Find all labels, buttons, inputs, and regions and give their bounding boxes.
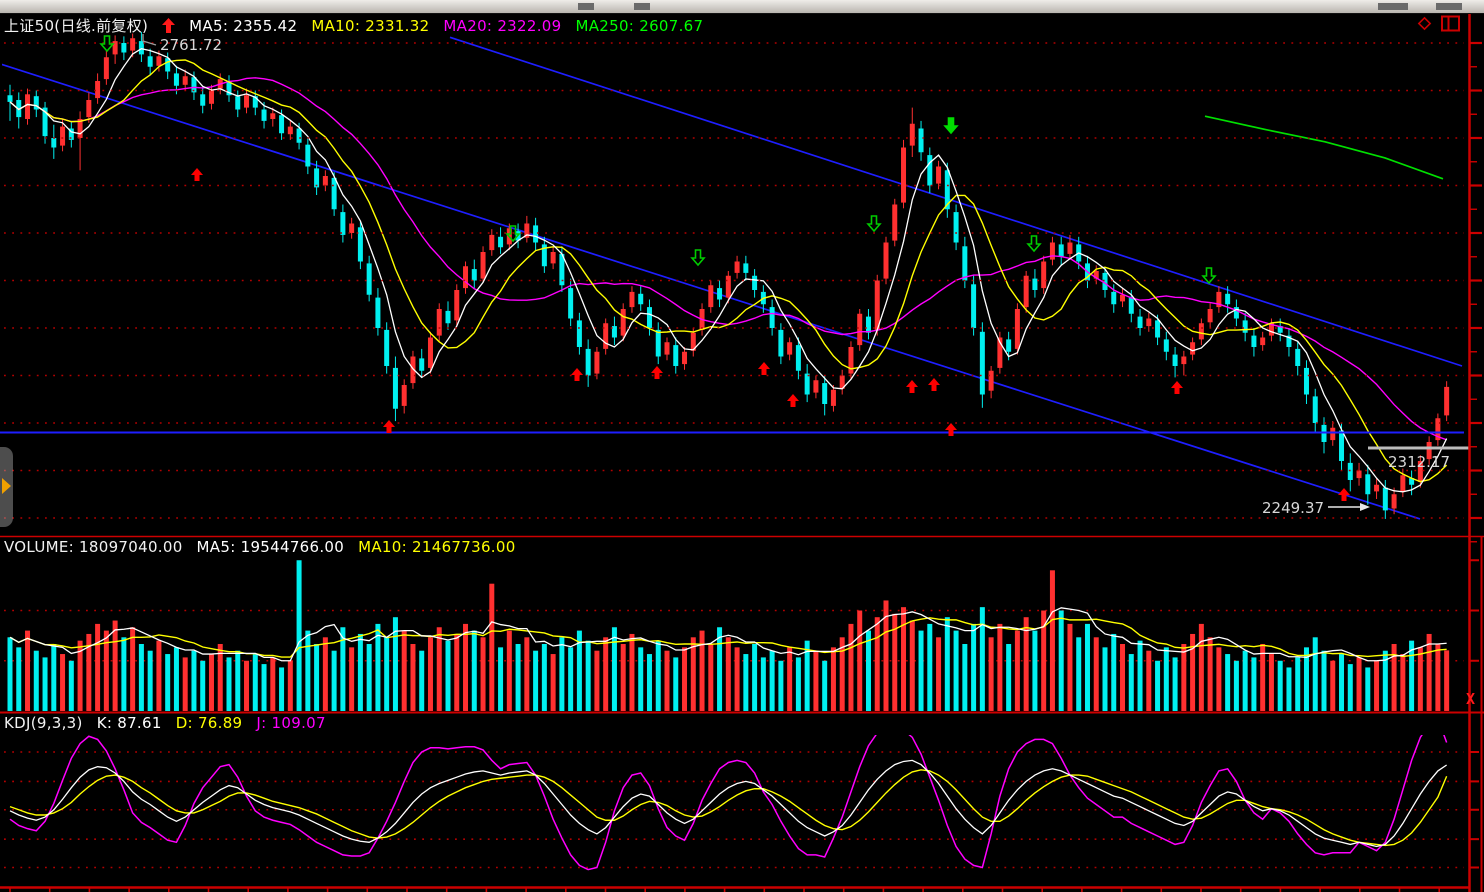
kdj-j-value: J: 109.07 [256, 714, 325, 732]
volume-header: VOLUME: 18097040.00 MA5: 19544766.00 MA1… [4, 538, 516, 556]
ma20-value: MA20: 2322.09 [443, 17, 561, 35]
symbol-title: 上证50(日线.前复权) [4, 15, 148, 36]
peak-price-label: 2761.72 [160, 36, 222, 54]
expander-arrow-icon [2, 478, 11, 494]
kdj-name: KDJ(9,3,3) [4, 714, 83, 732]
main-chart-header: 上证50(日线.前复权) MA5: 2355.42 MA10: 2331.32 … [4, 15, 703, 36]
chart-toolbar [1416, 15, 1461, 32]
diamond-tool-icon[interactable] [1416, 15, 1433, 32]
volume-value: VOLUME: 18097040.00 [4, 538, 183, 556]
volume-ma10-value: MA10: 21467736.00 [358, 538, 515, 556]
ma250-value: MA250: 2607.67 [575, 17, 703, 35]
split-window-icon[interactable] [1441, 15, 1461, 32]
kdj-d-value: D: 76.89 [176, 714, 243, 732]
volume-ma5-value: MA5: 19544766.00 [197, 538, 345, 556]
low-price-label: 2249.37 [1262, 499, 1324, 517]
level-price-label: 2312.17 [1388, 453, 1450, 471]
indicator-close-x[interactable]: X [1466, 690, 1475, 708]
sidebar-expander-handle[interactable] [0, 447, 13, 527]
kdj-header: KDJ(9,3,3) K: 87.61 D: 76.89 J: 109.07 [4, 714, 326, 732]
ma5-value: MA5: 2355.42 [189, 17, 297, 35]
up-arrow-icon [162, 18, 175, 33]
chart-canvas[interactable]: 2761.72 2312.17 2249.37 [0, 0, 1484, 892]
stock-chart-app: { "main_header": { "title": "上证50(日线.前复权… [0, 0, 1484, 892]
kdj-k-value: K: 87.61 [97, 714, 162, 732]
ma10-value: MA10: 2331.32 [311, 17, 429, 35]
